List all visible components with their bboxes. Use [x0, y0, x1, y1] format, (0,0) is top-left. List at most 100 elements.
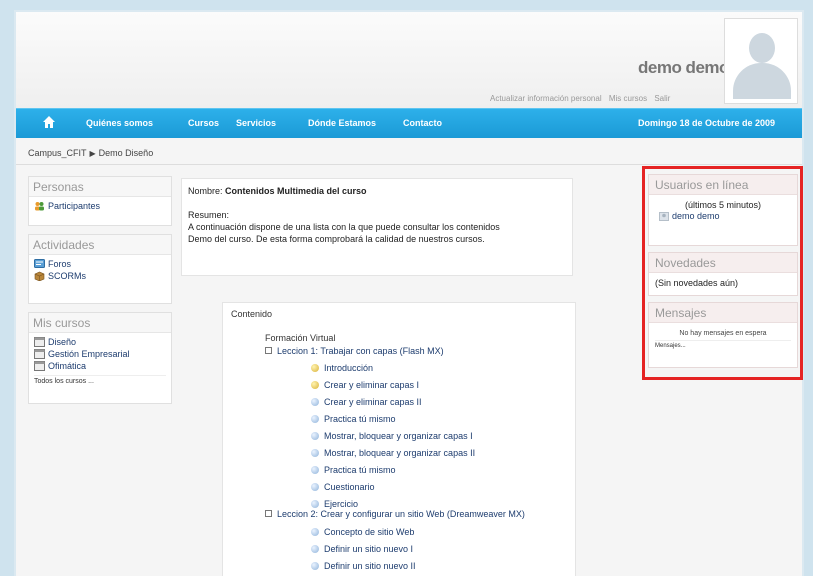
nav-donde-estamos[interactable]: Dónde Estamos [308, 118, 376, 128]
nav-quienes-somos[interactable]: Quiénes somos [86, 118, 153, 128]
resumen-label: Resumen: [188, 210, 230, 220]
tree-item-label: Ejercicio [324, 499, 359, 509]
course-link-gestion[interactable]: Gestión Empresarial [29, 348, 171, 360]
lesson1-item[interactable]: Crear y eliminar capas II [311, 397, 422, 407]
tree-root: Formación Virtual [265, 333, 336, 343]
resource-icon [311, 448, 319, 457]
tree-item-label: Practica tú mismo [324, 414, 396, 424]
people-icon [35, 202, 44, 211]
course-name-line: Nombre: Contenidos Multimedia del curso [188, 185, 566, 197]
breadcrumb: Campus_CFIT ▶ Demo Diseño [28, 148, 153, 158]
home-icon[interactable] [42, 115, 56, 129]
lesson1-item[interactable]: Introducción [311, 363, 373, 373]
course-icon [34, 349, 45, 359]
breadcrumb-item-campus[interactable]: Campus_CFIT [28, 148, 87, 158]
actividades-title: Actividades [29, 235, 171, 255]
lesson-1-label: Leccion 1: Trabajar con capas (Flash MX) [277, 346, 444, 356]
my-courses-link[interactable]: Mis cursos [609, 94, 647, 103]
package-icon [34, 271, 45, 281]
content-title: Contenido [231, 309, 273, 319]
divider [16, 164, 802, 165]
lesson-2[interactable]: Leccion 2: Crear y configurar un sitio W… [265, 509, 525, 519]
resumen-text-2: Demo del curso. De esta forma comprobará… [188, 234, 485, 244]
avatar-head [749, 33, 775, 63]
course-link-diseno[interactable]: Diseño [29, 336, 171, 348]
course-label: Diseño [48, 337, 77, 347]
breadcrumb-item-course[interactable]: Demo Diseño [99, 148, 154, 158]
main-nav: Quiénes somos Cursos Servicios Dónde Est… [16, 108, 802, 138]
highlight-box [642, 166, 803, 380]
logout-link[interactable]: Salir [654, 94, 670, 103]
all-courses-link[interactable]: Todos los cursos ... [34, 375, 166, 385]
lesson1-item[interactable]: Ejercicio [311, 499, 358, 509]
course-label: Gestión Empresarial [48, 349, 130, 359]
resource-icon [311, 499, 319, 508]
lesson-2-label: Leccion 2: Crear y configurar un sitio W… [277, 509, 525, 519]
resource-icon [311, 482, 319, 491]
collapse-icon[interactable] [265, 510, 272, 518]
personas-block: Personas Participantes [28, 176, 172, 226]
my-courses-block: Mis cursos Diseño Gestión Empresarial Of… [28, 312, 172, 404]
resource-icon [311, 544, 319, 553]
collapse-icon[interactable] [265, 347, 272, 355]
tree-item-label: Cuestionario [324, 482, 375, 492]
tree-item-label: Practica tú mismo [324, 465, 396, 475]
scorms-link[interactable]: SCORMs [29, 270, 171, 282]
course-summary: Nombre: Contenidos Multimedia del curso … [181, 178, 573, 276]
actividades-block: Actividades Foros SCORMs [28, 234, 172, 304]
resource-icon [311, 431, 319, 440]
lesson2-item[interactable]: Concepto de sitio Web [311, 527, 414, 537]
resource-icon [311, 465, 319, 474]
tree-item-label: Crear y eliminar capas I [324, 380, 420, 390]
name-label: Nombre: [188, 186, 223, 196]
tree-item-label: Definir un sitio nuevo II [324, 561, 416, 571]
lesson2-item[interactable]: Definir un sitio nuevo I [311, 544, 413, 554]
lesson1-item[interactable]: Mostrar, bloquear y organizar capas I [311, 431, 473, 441]
tree-item-label: Crear y eliminar capas II [324, 397, 422, 407]
forum-icon [34, 259, 45, 268]
participants-label: Participantes [48, 201, 101, 211]
lesson1-item[interactable]: Practica tú mismo [311, 465, 396, 475]
resource-icon [311, 414, 319, 423]
tree-item-label: Introducción [324, 363, 374, 373]
content-box: Contenido Formación Virtual Leccion 1: T… [222, 302, 576, 576]
participants-link[interactable]: Participantes [29, 200, 171, 212]
user-name: demo demo [638, 58, 729, 77]
nav-date: Domingo 18 de Octubre de 2009 [638, 118, 776, 128]
update-profile-link[interactable]: Actualizar información personal [490, 94, 602, 103]
resource-icon [311, 380, 319, 389]
tree-item-label: Concepto de sitio Web [324, 527, 415, 537]
nav-cursos[interactable]: Cursos [188, 118, 219, 128]
tree-item-label: Mostrar, bloquear y organizar capas I [324, 431, 473, 441]
scorms-label: SCORMs [48, 271, 86, 281]
resource-icon [311, 397, 319, 406]
nav-contacto[interactable]: Contacto [403, 118, 442, 128]
course-icon [34, 337, 45, 347]
avatar[interactable] [724, 18, 798, 104]
course-label: Ofimática [48, 361, 87, 371]
breadcrumb-separator: ▶ [89, 149, 96, 158]
resumen-text-1: A continuación dispone de una lista con … [188, 222, 500, 232]
resource-icon [311, 527, 319, 536]
course-icon [34, 361, 45, 371]
header: demo demo Actualizar información persona… [16, 12, 802, 108]
tree-item-label: Mostrar, bloquear y organizar capas II [324, 448, 476, 458]
course-name: Contenidos Multimedia del curso [225, 186, 367, 196]
lesson1-item[interactable]: Crear y eliminar capas I [311, 380, 419, 390]
lesson-1[interactable]: Leccion 1: Trabajar con capas (Flash MX) [265, 346, 444, 356]
personas-title: Personas [29, 177, 171, 197]
resource-icon [311, 561, 319, 570]
lesson1-item[interactable]: Cuestionario [311, 482, 375, 492]
tree-item-label: Definir un sitio nuevo I [324, 544, 414, 554]
lesson1-item[interactable]: Mostrar, bloquear y organizar capas II [311, 448, 475, 458]
lesson1-item[interactable]: Practica tú mismo [311, 414, 396, 424]
nav-servicios[interactable]: Servicios [236, 118, 276, 128]
header-links: Actualizar información personal Mis curs… [490, 94, 675, 103]
lesson2-item[interactable]: Definir un sitio nuevo II [311, 561, 416, 571]
avatar-body [733, 63, 791, 99]
forums-link[interactable]: Foros [29, 258, 171, 270]
resource-icon [311, 363, 319, 372]
my-courses-title: Mis cursos [29, 313, 171, 333]
page-frame: demo demo Actualizar información persona… [14, 10, 804, 576]
course-link-ofimatica[interactable]: Ofimática [29, 360, 171, 372]
